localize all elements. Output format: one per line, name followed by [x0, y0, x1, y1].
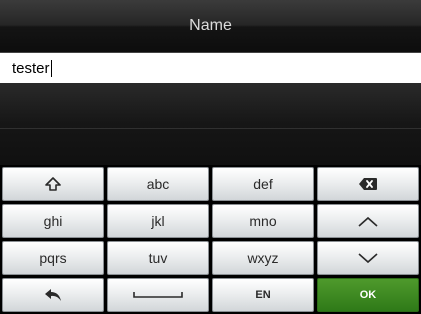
key-label: def: [253, 176, 273, 192]
input-value: tester: [12, 59, 50, 77]
backspace-icon: [359, 178, 377, 190]
candidate-area: [0, 83, 421, 165]
space-bar-icon: [133, 291, 183, 299]
up-key[interactable]: [317, 204, 419, 238]
shift-icon: [45, 177, 61, 191]
name-input[interactable]: tester: [0, 53, 421, 83]
chevron-up-icon: [358, 216, 378, 227]
backspace-key[interactable]: [317, 167, 419, 201]
down-key[interactable]: [317, 241, 419, 275]
key-label: EN: [255, 289, 271, 301]
key-label: pqrs: [39, 250, 67, 266]
key-abc[interactable]: abc: [107, 167, 209, 201]
key-mno[interactable]: mno: [212, 204, 314, 238]
key-label: ghi: [43, 213, 63, 229]
divider: [0, 128, 421, 129]
key-label: OK: [359, 289, 377, 301]
key-ghi[interactable]: ghi: [2, 204, 104, 238]
key-label: jkl: [151, 213, 165, 229]
back-key[interactable]: [2, 278, 104, 312]
key-wxyz[interactable]: wxyz: [212, 241, 314, 275]
key-def[interactable]: def: [212, 167, 314, 201]
key-label: abc: [146, 176, 170, 192]
text-cursor: [50, 59, 52, 77]
shift-key[interactable]: [2, 167, 104, 201]
ok-button[interactable]: OK: [317, 278, 419, 312]
title-bar: Name: [0, 0, 421, 53]
key-jkl[interactable]: jkl: [107, 204, 209, 238]
key-tuv[interactable]: tuv: [107, 241, 209, 275]
language-key[interactable]: EN: [212, 278, 314, 312]
key-label: mno: [249, 213, 277, 229]
chevron-down-icon: [358, 252, 378, 264]
name-input-screen: Name tester abc def ghi jkl mno pqrs tuv…: [0, 0, 421, 314]
back-arrow-icon: [44, 288, 62, 302]
space-key[interactable]: [107, 278, 209, 312]
keypad: abc def ghi jkl mno pqrs tuv wxyz EN OK: [0, 166, 421, 314]
key-pqrs[interactable]: pqrs: [2, 241, 104, 275]
key-label: wxyz: [247, 250, 279, 266]
page-title: Name: [189, 17, 232, 34]
key-label: tuv: [148, 250, 168, 266]
